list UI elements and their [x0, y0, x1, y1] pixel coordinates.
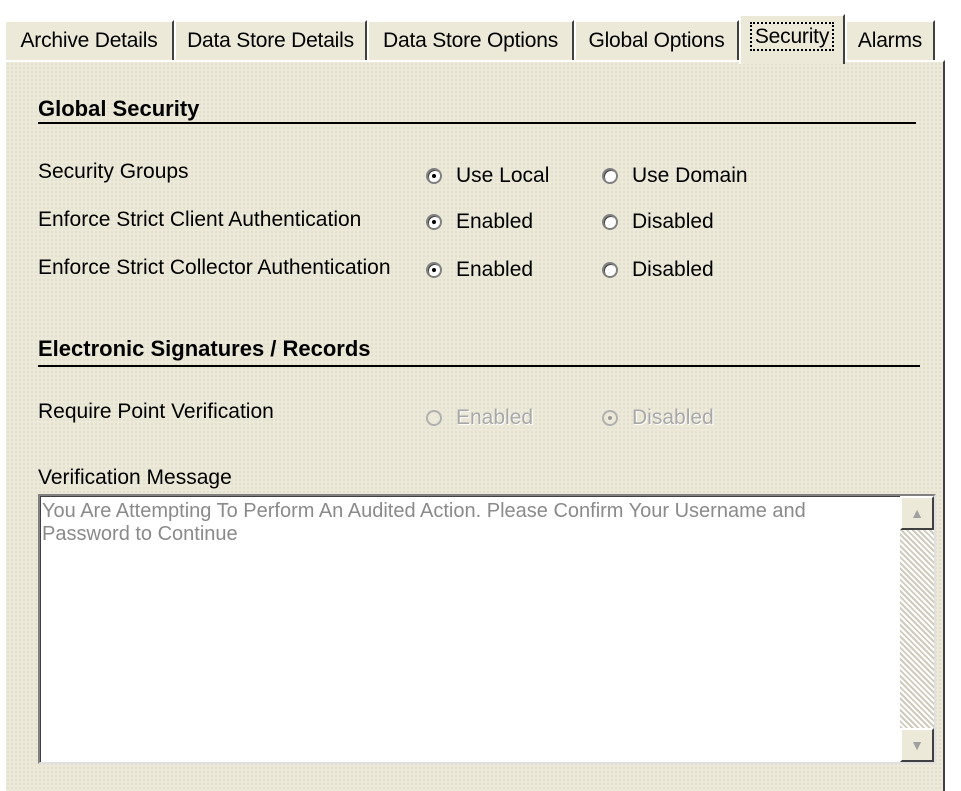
radio-unchecked-icon: [426, 410, 442, 426]
radio-label: Disabled: [632, 258, 714, 281]
security-groups-label: Security Groups: [38, 160, 189, 183]
collector-auth-label: Enforce Strict Collector Authentication: [38, 256, 391, 279]
radio-checked-icon: [426, 214, 442, 230]
tab-label: Alarms: [857, 29, 923, 52]
radio-label: Use Local: [456, 164, 550, 187]
verification-message-textarea[interactable]: You Are Attempting To Perform An Audited…: [38, 494, 936, 764]
scroll-down-button[interactable]: ▼: [900, 728, 934, 762]
client-auth-enabled-radio[interactable]: Enabled: [426, 210, 533, 234]
tab-label: Security: [749, 22, 835, 51]
section-divider: [38, 365, 920, 367]
radio-unchecked-icon: [602, 168, 618, 184]
tab-security[interactable]: Security: [739, 14, 845, 64]
client-auth-disabled-radio[interactable]: Disabled: [602, 210, 714, 234]
radio-checked-icon: [426, 262, 442, 278]
tab-archive-details[interactable]: Archive Details: [4, 20, 174, 60]
tab-strip: Archive Details Data Store Details Data …: [0, 0, 961, 64]
radio-label: Disabled: [632, 210, 714, 233]
up-arrow-icon: ▲: [910, 505, 924, 521]
radio-label: Enabled: [456, 258, 534, 281]
radio-checked-icon: [426, 168, 442, 184]
tab-label: Data Store Details: [187, 29, 354, 52]
client-auth-label: Enforce Strict Client Authentication: [38, 208, 362, 231]
collector-auth-disabled-radio[interactable]: Disabled: [602, 258, 714, 282]
tab-data-store-options[interactable]: Data Store Options: [367, 20, 574, 60]
radio-label: Use Domain: [632, 164, 748, 187]
tab-label: Archive Details: [20, 29, 158, 52]
security-groups-use-domain-radio[interactable]: Use Domain: [602, 164, 748, 188]
scroll-up-button[interactable]: ▲: [900, 496, 934, 530]
security-groups-use-local-radio[interactable]: Use Local: [426, 164, 549, 188]
vertical-scrollbar[interactable]: ▲ ▼: [900, 496, 934, 762]
verification-message-label: Verification Message: [38, 466, 232, 489]
tab-label: Data Store Options: [383, 29, 558, 52]
radio-checked-icon: [602, 410, 618, 426]
tab-label: Global Options: [588, 29, 725, 52]
require-point-verification-label: Require Point Verification: [38, 400, 274, 423]
tab-data-store-details[interactable]: Data Store Details: [174, 20, 367, 60]
section-divider: [38, 122, 916, 124]
collector-auth-enabled-radio[interactable]: Enabled: [426, 258, 533, 282]
radio-label: Enabled: [456, 210, 534, 233]
tab-alarms[interactable]: Alarms: [845, 20, 935, 60]
global-security-heading: Global Security: [38, 96, 200, 121]
radio-label: Disabled: [632, 406, 714, 429]
down-arrow-icon: ▼: [910, 737, 924, 753]
radio-unchecked-icon: [602, 214, 618, 230]
point-verification-disabled-radio[interactable]: Disabled: [602, 406, 714, 430]
verification-message-text: You Are Attempting To Perform An Audited…: [42, 500, 806, 545]
radio-unchecked-icon: [602, 262, 618, 278]
radio-label: Enabled: [456, 406, 534, 429]
point-verification-enabled-radio[interactable]: Enabled: [426, 406, 533, 430]
electronic-signatures-heading: Electronic Signatures / Records: [38, 336, 371, 361]
tab-global-options[interactable]: Global Options: [574, 20, 739, 60]
